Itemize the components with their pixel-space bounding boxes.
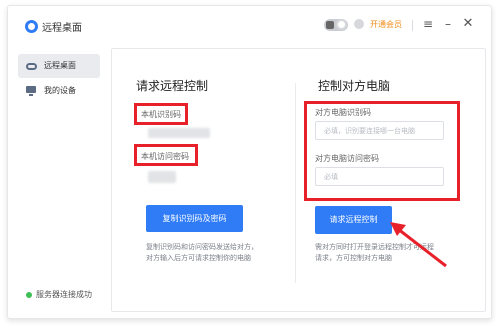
title-bar: 远程桌面 开通会员 ≡ – ✕ (8, 6, 491, 44)
minimize-icon[interactable]: – (442, 16, 454, 32)
connection-status: 服务器连接成功 (26, 290, 92, 300)
close-icon[interactable]: ✕ (462, 16, 474, 32)
link-icon (26, 63, 37, 70)
toggle-knob-icon (326, 21, 334, 29)
peer-password-input[interactable]: 必填 (315, 167, 444, 186)
sidebar-item-my-devices[interactable]: 我的设备 (18, 79, 100, 103)
column-divider (295, 83, 296, 283)
vip-link[interactable]: 开通会员 (370, 19, 402, 30)
peer-id-input[interactable]: 必填，识别要连接哪一台电脑 (315, 121, 444, 140)
right-note-line2: 请求，方可控制对方电脑 (315, 254, 392, 262)
sidebar-item-label: 我的设备 (44, 86, 76, 95)
app-title: 远程桌面 (42, 23, 82, 34)
menu-icon[interactable]: ≡ (422, 16, 434, 32)
request-remote-control-button[interactable]: 请求远程控制 (315, 206, 392, 234)
peer-password-label: 对方电脑访问密码 (315, 154, 379, 163)
local-id-label: 本机识别码 (141, 110, 181, 119)
main-panel: 请求远程控制 本机识别码 本机访问密码 复制识别码及密码 复制识别码和访问密码发… (111, 48, 486, 312)
sidebar: 远程桌面 我的设备 服务器连接成功 (18, 54, 100, 304)
local-id-value (148, 128, 210, 138)
sidebar-item-label: 远程桌面 (44, 61, 76, 70)
copy-id-password-button[interactable]: 复制识别码及密码 (146, 205, 243, 232)
status-text: 服务器连接成功 (36, 290, 92, 299)
sidebar-item-remote-desktop[interactable]: 远程桌面 (18, 54, 100, 78)
monitor-icon (26, 86, 36, 96)
ring-icon (336, 19, 347, 30)
right-note-line1: 需对方同时打开登录远程控制才可远程 (315, 243, 434, 251)
app-logo-icon (25, 20, 38, 33)
request-control-title: 请求远程控制 (136, 79, 209, 93)
peer-id-label: 对方电脑识别码 (315, 108, 371, 117)
status-dot-icon (26, 292, 32, 298)
left-note-line2: 对方输入后方可请求控制你的电脑 (146, 254, 251, 262)
title-divider (412, 20, 413, 31)
control-peer-title: 控制对方电脑 (318, 79, 391, 93)
vip-badge-icon (354, 19, 364, 29)
app-window: 远程桌面 开通会员 ≡ – ✕ 远程桌面 我的设备 服务器连接成功 请求远程控制… (7, 5, 492, 319)
left-note-line1: 复制识别码和访问密码发送给对方， (146, 243, 258, 251)
local-password-value (148, 171, 176, 183)
local-password-label: 本机访问密码 (141, 152, 189, 161)
